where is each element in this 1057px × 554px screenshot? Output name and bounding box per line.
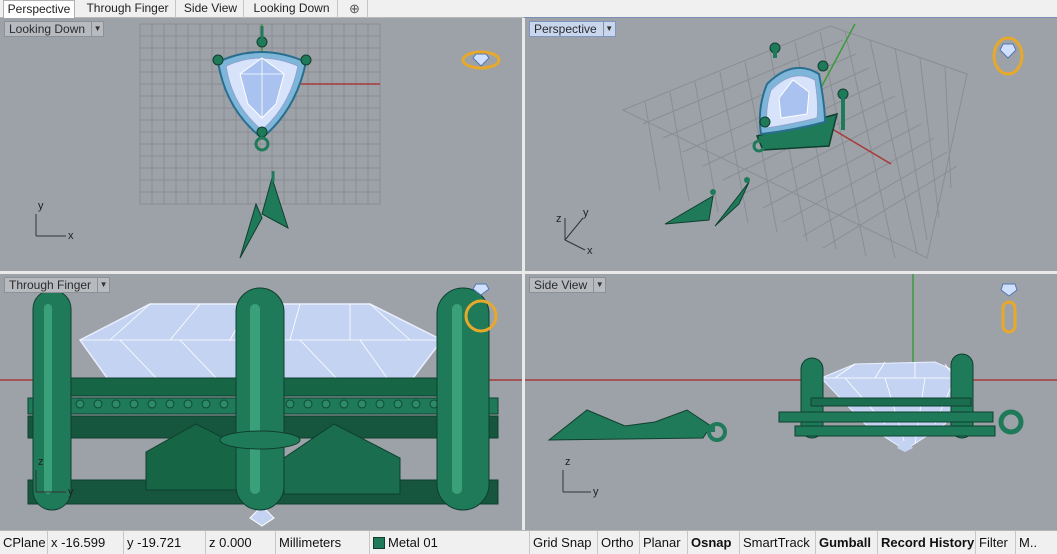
chevron-down-icon[interactable]: ▼ (97, 278, 109, 292)
viewport-label-side-view[interactable]: Side View ▼ (529, 277, 607, 293)
z-coordinate: z 0.000 (206, 531, 276, 554)
spikes-perspective[interactable] (664, 177, 750, 227)
grid-snap-toggle[interactable]: Grid Snap (530, 531, 598, 554)
svg-text:x: x (68, 230, 74, 242)
viewport-side-view[interactable]: z y Side View ▼ (525, 274, 1057, 530)
rhino-app: { "tabs": [ {"label": "Perspective", "ac… (0, 0, 1057, 554)
viewport-tab-bar: Perspective Through Finger Side View Loo… (0, 0, 1057, 19)
side-view-canvas: z y (525, 274, 1057, 498)
viewport-label-perspective[interactable]: Perspective ▼ (529, 21, 616, 37)
axis-widget: z y (562, 456, 599, 498)
layer-indicator[interactable]: Metal 01 (370, 531, 530, 554)
viewport-through-finger[interactable]: z y Through Finger ▼ (0, 274, 522, 530)
svg-text:y: y (68, 486, 74, 498)
more-button[interactable]: M.. (1016, 531, 1057, 554)
perspective-canvas: z y x (556, 23, 1024, 259)
svg-text:y: y (38, 200, 44, 212)
pendant-side-view[interactable] (778, 353, 1024, 452)
chevron-down-icon[interactable]: ▼ (602, 22, 615, 36)
setting-metal[interactable] (27, 287, 499, 511)
viewport-divider-vertical[interactable] (522, 18, 525, 530)
viewport-divider-horizontal[interactable] (0, 271, 1057, 274)
status-bar: CPlane x -16.599 y -19.721 z 0.000 Milli… (0, 530, 1057, 554)
add-tab-button[interactable]: ⊕ (342, 0, 368, 18)
through-finger-canvas: z y (0, 283, 522, 527)
tab-looking-down[interactable]: Looking Down (246, 0, 338, 18)
filter-button[interactable]: Filter (976, 531, 1016, 554)
gumball-toggle[interactable]: Gumball (816, 531, 878, 554)
plus-icon: ⊕ (349, 1, 360, 16)
units-indicator[interactable]: Millimeters (276, 531, 370, 554)
ring-gizmo-icon[interactable] (461, 50, 501, 70)
chevron-down-icon[interactable]: ▼ (593, 278, 605, 292)
spikes-top-view[interactable] (239, 171, 289, 259)
ring-gizmo-icon[interactable] (992, 36, 1024, 76)
ortho-toggle[interactable]: Ortho (598, 531, 640, 554)
axis-widget: y x (35, 200, 74, 242)
planar-toggle[interactable]: Planar (640, 531, 688, 554)
smarttrack-toggle[interactable]: SmartTrack (740, 531, 816, 554)
ring-gizmo-icon[interactable] (1000, 283, 1018, 334)
x-coordinate: x -16.599 (48, 531, 124, 554)
spike-side-view[interactable] (547, 409, 727, 442)
pendant-perspective[interactable] (752, 42, 849, 153)
y-coordinate: y -19.721 (124, 531, 206, 554)
cplane-indicator[interactable]: CPlane (0, 531, 48, 554)
viewport-perspective[interactable]: z y x Perspective ▼ (524, 17, 1057, 272)
viewport-looking-down[interactable]: y x Looking Down ▼ (0, 18, 522, 271)
axis-widget: z y x (556, 207, 593, 257)
tab-side-view[interactable]: Side View (178, 0, 244, 18)
viewport-label-looking-down[interactable]: Looking Down ▼ (4, 21, 105, 37)
osnap-toggle[interactable]: Osnap (688, 531, 740, 554)
svg-text:y: y (593, 486, 599, 498)
viewport-label-through-finger[interactable]: Through Finger ▼ (4, 277, 111, 293)
svg-text:z: z (565, 456, 571, 468)
tab-perspective[interactable]: Perspective (3, 0, 75, 19)
chevron-down-icon[interactable]: ▼ (91, 22, 103, 36)
svg-text:z: z (38, 456, 44, 468)
layer-color-swatch (373, 537, 385, 549)
looking-down-canvas: y x (35, 23, 501, 259)
svg-text:z: z (556, 213, 562, 225)
tab-through-finger[interactable]: Through Finger (80, 0, 176, 18)
svg-text:y: y (583, 207, 589, 219)
svg-text:x: x (587, 245, 593, 257)
record-history-toggle[interactable]: Record History (878, 531, 976, 554)
